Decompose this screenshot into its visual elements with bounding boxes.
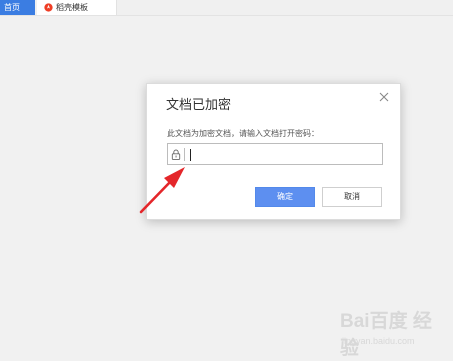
password-prompt: 此文档为加密文档，请输入文档打开密码： <box>167 129 319 138</box>
dialog-title: 文档已加密 <box>166 98 232 113</box>
encrypted-document-dialog: 文档已加密 此文档为加密文档，请输入文档打开密码： 确定 取消 <box>146 83 401 220</box>
password-field-divider <box>184 148 185 161</box>
tab-bar: 首页 稻壳模板 <box>0 0 453 15</box>
tab-home-label: 首页 <box>4 3 20 12</box>
lock-icon <box>171 149 181 160</box>
cancel-button[interactable]: 取消 <box>322 187 382 207</box>
watermark-url: jingyan.baidu.com <box>342 336 415 346</box>
daoke-logo-icon <box>44 3 53 12</box>
close-icon[interactable] <box>378 91 390 103</box>
tab-template[interactable]: 稻壳模板 <box>37 0 117 15</box>
tab-template-label: 稻壳模板 <box>56 3 88 12</box>
ok-button[interactable]: 确定 <box>255 187 315 207</box>
password-input[interactable] <box>188 146 378 162</box>
watermark-brand: Bai百度 经验 <box>340 311 432 359</box>
baidu-jingyan-watermark: Bai百度 经验 jingyan.baidu.com <box>340 306 450 359</box>
tab-home[interactable]: 首页 <box>0 0 35 15</box>
password-field[interactable] <box>167 143 383 165</box>
tab-bar-divider <box>0 15 453 16</box>
